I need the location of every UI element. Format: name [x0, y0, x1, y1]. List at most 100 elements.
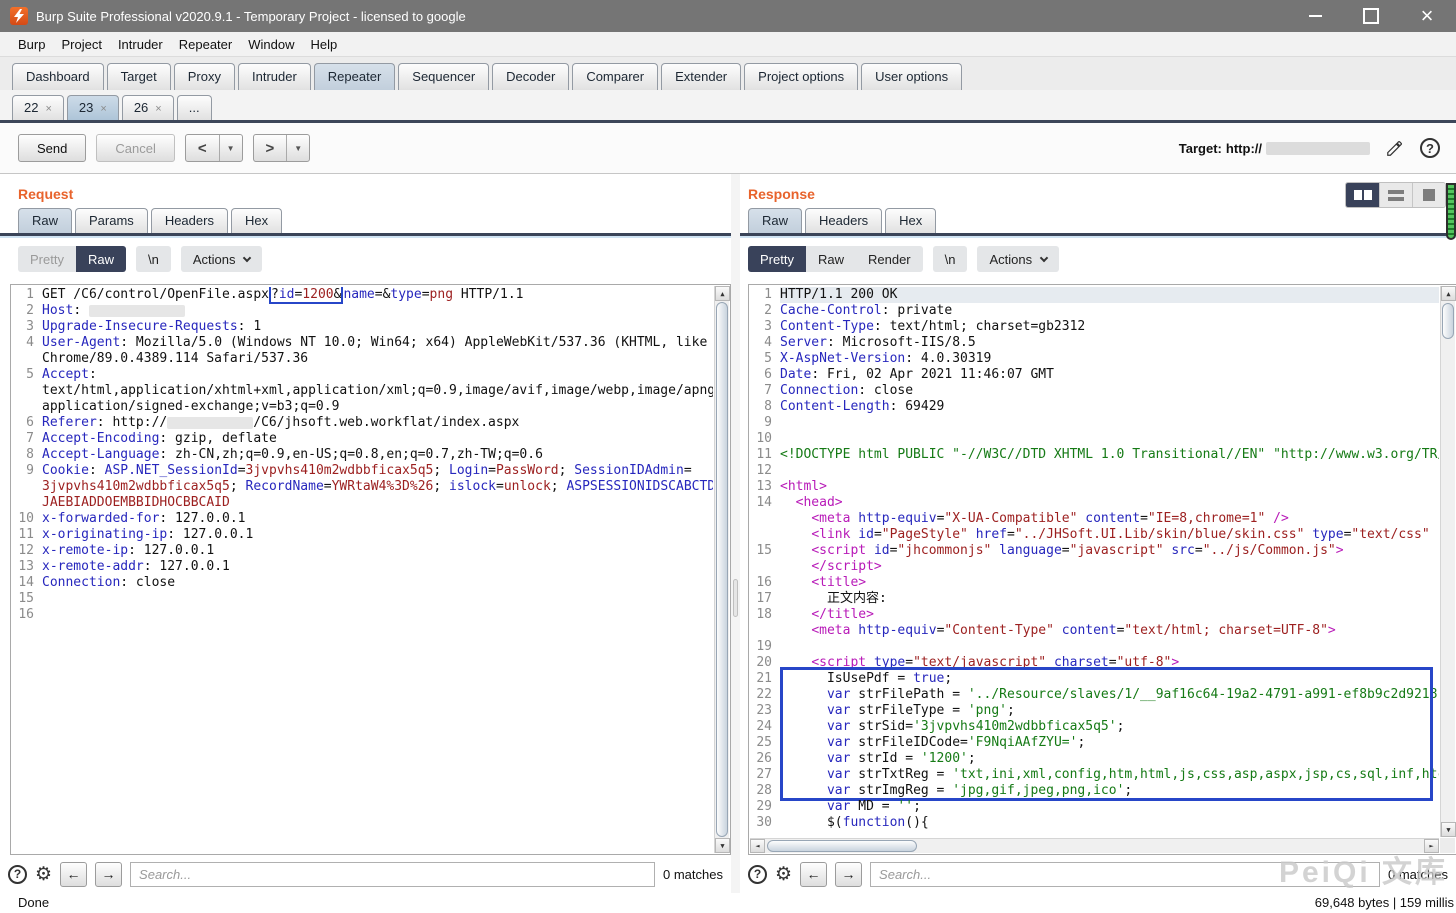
search-settings-gear-icon[interactable]: ⚙: [35, 865, 52, 884]
repeater-tab-22[interactable]: 22×: [12, 95, 64, 120]
code-line: 9Cookie: ASP.NET_SessionId=3jvpvhs410m2w…: [12, 463, 713, 479]
close-button[interactable]: ×: [1416, 5, 1438, 27]
request-message-tab-raw[interactable]: Raw: [18, 208, 72, 233]
actions-button[interactable]: Actions: [977, 246, 1059, 272]
code-text: <!DOCTYPE html PUBLIC "-//W3C//DTD XHTML…: [780, 447, 1439, 463]
search-next-button[interactable]: →: [835, 862, 862, 887]
scroll-down-button[interactable]: ▼: [1441, 822, 1456, 837]
maximize-button[interactable]: [1360, 5, 1382, 27]
code-text: Host:: [42, 303, 713, 319]
tab-extender[interactable]: Extender: [661, 63, 741, 90]
panel-divider[interactable]: [731, 174, 740, 893]
line-number: 15: [750, 543, 780, 559]
close-tab-icon[interactable]: ×: [100, 103, 106, 115]
close-tab-icon[interactable]: ×: [155, 103, 161, 115]
raw-toggle[interactable]: Raw: [76, 246, 126, 272]
repeater-tab-26[interactable]: 26 ×: [122, 95, 174, 120]
code-text: [42, 607, 713, 623]
close-tab-icon[interactable]: ×: [45, 103, 51, 115]
response-message-tab-hex[interactable]: Hex: [885, 208, 936, 233]
tab-label: 26: [134, 100, 148, 115]
cancel-button[interactable]: Cancel: [96, 134, 174, 162]
response-vertical-scrollbar[interactable]: ▲ ▼: [1440, 286, 1455, 837]
response-message-tab-headers[interactable]: Headers: [805, 208, 882, 233]
tab-user-options[interactable]: User options: [861, 63, 962, 90]
history-back-button[interactable]: <▼: [185, 134, 243, 162]
scrollbar-thumb[interactable]: [716, 302, 728, 837]
raw-toggle[interactable]: Raw: [806, 246, 856, 272]
dropdown-arrow-icon[interactable]: ▼: [220, 144, 242, 153]
pretty-toggle[interactable]: Pretty: [748, 246, 806, 272]
menu-item-intruder[interactable]: Intruder: [110, 34, 171, 55]
scrollbar-thumb[interactable]: [767, 840, 917, 852]
tab-comparer[interactable]: Comparer: [572, 63, 658, 90]
line-number: 10: [750, 431, 780, 447]
scroll-up-button[interactable]: ▲: [1441, 286, 1456, 301]
scroll-right-button[interactable]: ►: [1424, 839, 1439, 853]
code-line: 1HTTP/1.1 200 OK: [750, 287, 1439, 303]
response-horizontal-scrollbar[interactable]: ◄ ►: [750, 838, 1439, 853]
request-panel-title: Request: [0, 174, 731, 206]
response-message-tab-raw[interactable]: Raw: [748, 208, 802, 233]
request-message-tab-hex[interactable]: Hex: [231, 208, 282, 233]
send-button[interactable]: Send: [18, 134, 86, 162]
code-line: text/html,application/xhtml+xml,applicat…: [12, 383, 713, 399]
search-help-icon[interactable]: ?: [748, 865, 767, 884]
search-settings-gear-icon[interactable]: ⚙: [775, 865, 792, 884]
tab-proxy[interactable]: Proxy: [174, 63, 235, 90]
request-message-tab-params[interactable]: Params: [75, 208, 148, 233]
history-forward-button[interactable]: >▼: [253, 134, 311, 162]
help-icon[interactable]: ?: [1418, 136, 1442, 160]
menu-item-burp[interactable]: Burp: [10, 34, 53, 55]
request-message-tab-headers[interactable]: Headers: [151, 208, 228, 233]
code-line: application/signed-exchange;v=b3;q=0.9: [12, 399, 713, 415]
line-number: 13: [12, 559, 42, 575]
tab-intruder[interactable]: Intruder: [238, 63, 311, 90]
newline-toggle[interactable]: \n: [933, 246, 968, 272]
tab-target[interactable]: Target: [107, 63, 171, 90]
pretty-toggle[interactable]: Pretty: [18, 246, 76, 272]
minimize-button[interactable]: [1304, 5, 1326, 27]
tab-dashboard[interactable]: Dashboard: [12, 63, 104, 90]
search-prev-button[interactable]: ←: [60, 862, 87, 887]
layout-rows-button[interactable]: [1379, 183, 1412, 207]
scroll-left-button[interactable]: ◄: [750, 839, 765, 853]
actions-button[interactable]: Actions: [181, 246, 263, 272]
menu-item-window[interactable]: Window: [240, 34, 302, 55]
repeater-tab-23[interactable]: 23×: [67, 95, 119, 120]
request-editor[interactable]: 1GET /C6/control/OpenFile.aspx?id=1200&n…: [10, 284, 731, 855]
request-vertical-scrollbar[interactable]: ▲ ▼: [714, 286, 729, 853]
request-view-toolbar: Pretty Raw \n Actions: [0, 238, 731, 280]
edit-target-button[interactable]: [1382, 136, 1406, 160]
code-line: 30 $(function(){: [750, 815, 1439, 831]
response-editor[interactable]: 1HTTP/1.1 200 OK2Cache-Control: private3…: [748, 284, 1456, 855]
tab-project-options[interactable]: Project options: [744, 63, 858, 90]
layout-single-button[interactable]: [1412, 183, 1445, 207]
request-search-input[interactable]: [130, 862, 655, 887]
code-line: JAEBIADDOEMBBIDHOCBBCAID: [12, 495, 713, 511]
scrollbar-thumb[interactable]: [1442, 303, 1454, 339]
code-line: 1GET /C6/control/OpenFile.aspx?id=1200&n…: [12, 287, 713, 303]
tab-sequencer[interactable]: Sequencer: [398, 63, 489, 90]
dropdown-arrow-icon[interactable]: ▼: [287, 144, 309, 153]
tab-repeater[interactable]: Repeater: [314, 63, 395, 90]
response-search-input[interactable]: [870, 862, 1380, 887]
scroll-down-button[interactable]: ▼: [715, 838, 730, 853]
divider-handle[interactable]: [733, 579, 738, 617]
search-help-icon[interactable]: ?: [8, 865, 27, 884]
menu-item-help[interactable]: Help: [302, 34, 345, 55]
window-title: Burp Suite Professional v2020.9.1 - Temp…: [36, 9, 1304, 24]
tab-label: Comparer: [586, 69, 644, 84]
menu-item-project[interactable]: Project: [53, 34, 109, 55]
layout-columns-button[interactable]: [1346, 183, 1379, 207]
newline-toggle[interactable]: \n: [136, 246, 171, 272]
search-next-button[interactable]: →: [95, 862, 122, 887]
scroll-up-button[interactable]: ▲: [715, 286, 730, 301]
search-prev-button[interactable]: ←: [800, 862, 827, 887]
menu-item-repeater[interactable]: Repeater: [171, 34, 240, 55]
repeater-tab-more[interactable]: ...: [177, 95, 212, 120]
render-toggle[interactable]: Render: [856, 246, 923, 272]
tab-label: Params: [89, 213, 134, 228]
tab-decoder[interactable]: Decoder: [492, 63, 569, 90]
tab-label: Headers: [165, 213, 214, 228]
